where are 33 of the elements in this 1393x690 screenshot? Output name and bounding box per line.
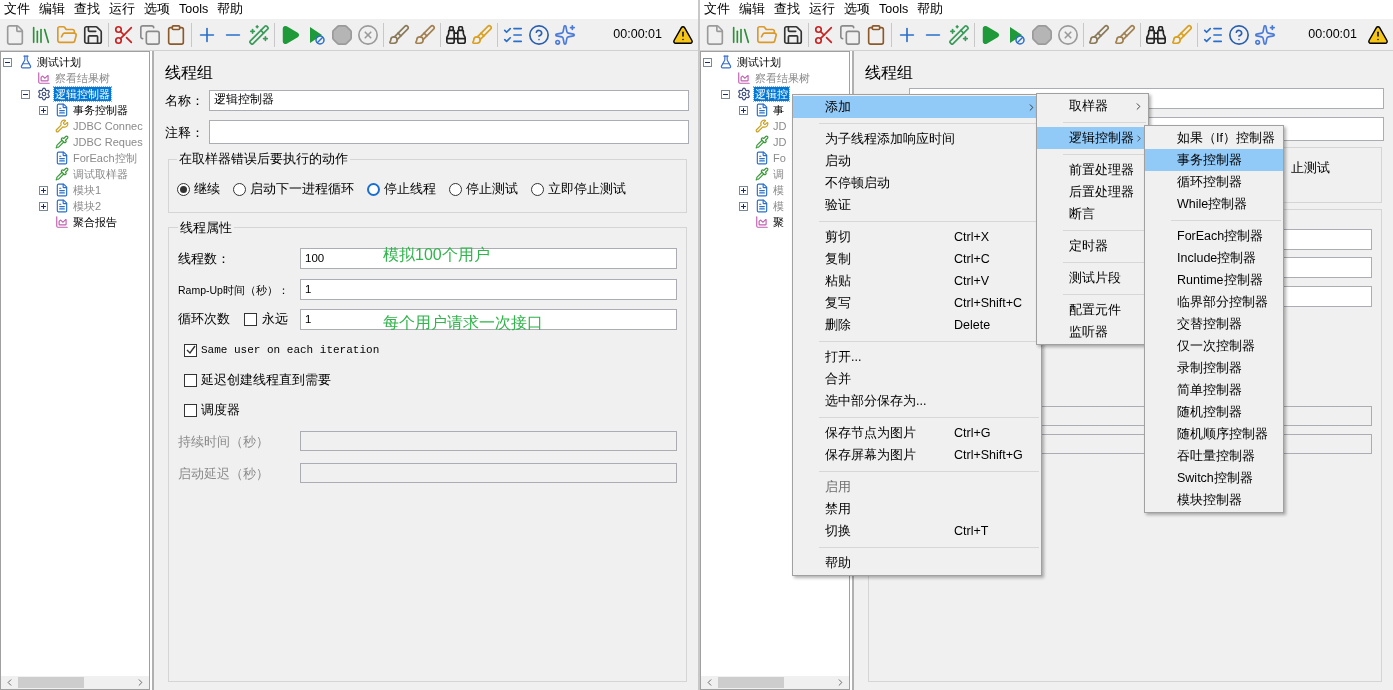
shortcut-label: Ctrl+C (954, 250, 990, 268)
shortcut-label: Ctrl+T (954, 522, 989, 540)
field-label: 启动延迟（秒） (178, 467, 269, 482)
group-title: 线程属性 (179, 219, 233, 237)
checkbox-label: 延迟创建线程直到需要 (201, 371, 331, 389)
group-title: 在取样器错误后要执行的动作 (178, 151, 349, 168)
radio-label: 止测试 (1291, 160, 1330, 177)
annotation: 每个用户请求一次接口 (383, 313, 543, 334)
annotation: 模拟100个用户 (383, 244, 490, 265)
field-label: 持续时间（秒） (178, 435, 269, 450)
elapsed-time: 00:00:01 (1308, 26, 1357, 44)
panel-title: 线程组 (165, 64, 213, 81)
shortcut-label: Ctrl+X (954, 228, 990, 246)
shortcut-label: Ctrl+Shift+C (954, 294, 1023, 312)
elapsed-time: 00:00:01 (613, 26, 662, 44)
checkbox-label: 永远 (262, 311, 288, 329)
shortcut-label: Delete (954, 316, 991, 334)
field-label: 注释： (165, 126, 204, 140)
radio-label: 立即停止测试 (548, 180, 626, 198)
radio-label: 停止线程 (384, 180, 436, 198)
radio-label: 启动下一进程循环 (250, 180, 354, 198)
radio-label: 继续 (194, 180, 220, 198)
field-label: 名称： (165, 94, 204, 108)
field-label: 线程数： (178, 252, 230, 267)
field-label: 循环次数 (178, 311, 230, 329)
checkbox-label: 调度器 (201, 401, 240, 419)
panel-title: 线程组 (865, 64, 913, 81)
shortcut-label: Ctrl+Shift+G (954, 446, 1023, 464)
checkbox-label: Same user on each iteration (201, 343, 380, 358)
radio-label: 停止测试 (466, 180, 518, 198)
field-label: Ramp-Up时间（秒）： (178, 284, 289, 297)
shortcut-label: Ctrl+G (954, 424, 991, 442)
shortcut-label: Ctrl+V (954, 272, 990, 290)
